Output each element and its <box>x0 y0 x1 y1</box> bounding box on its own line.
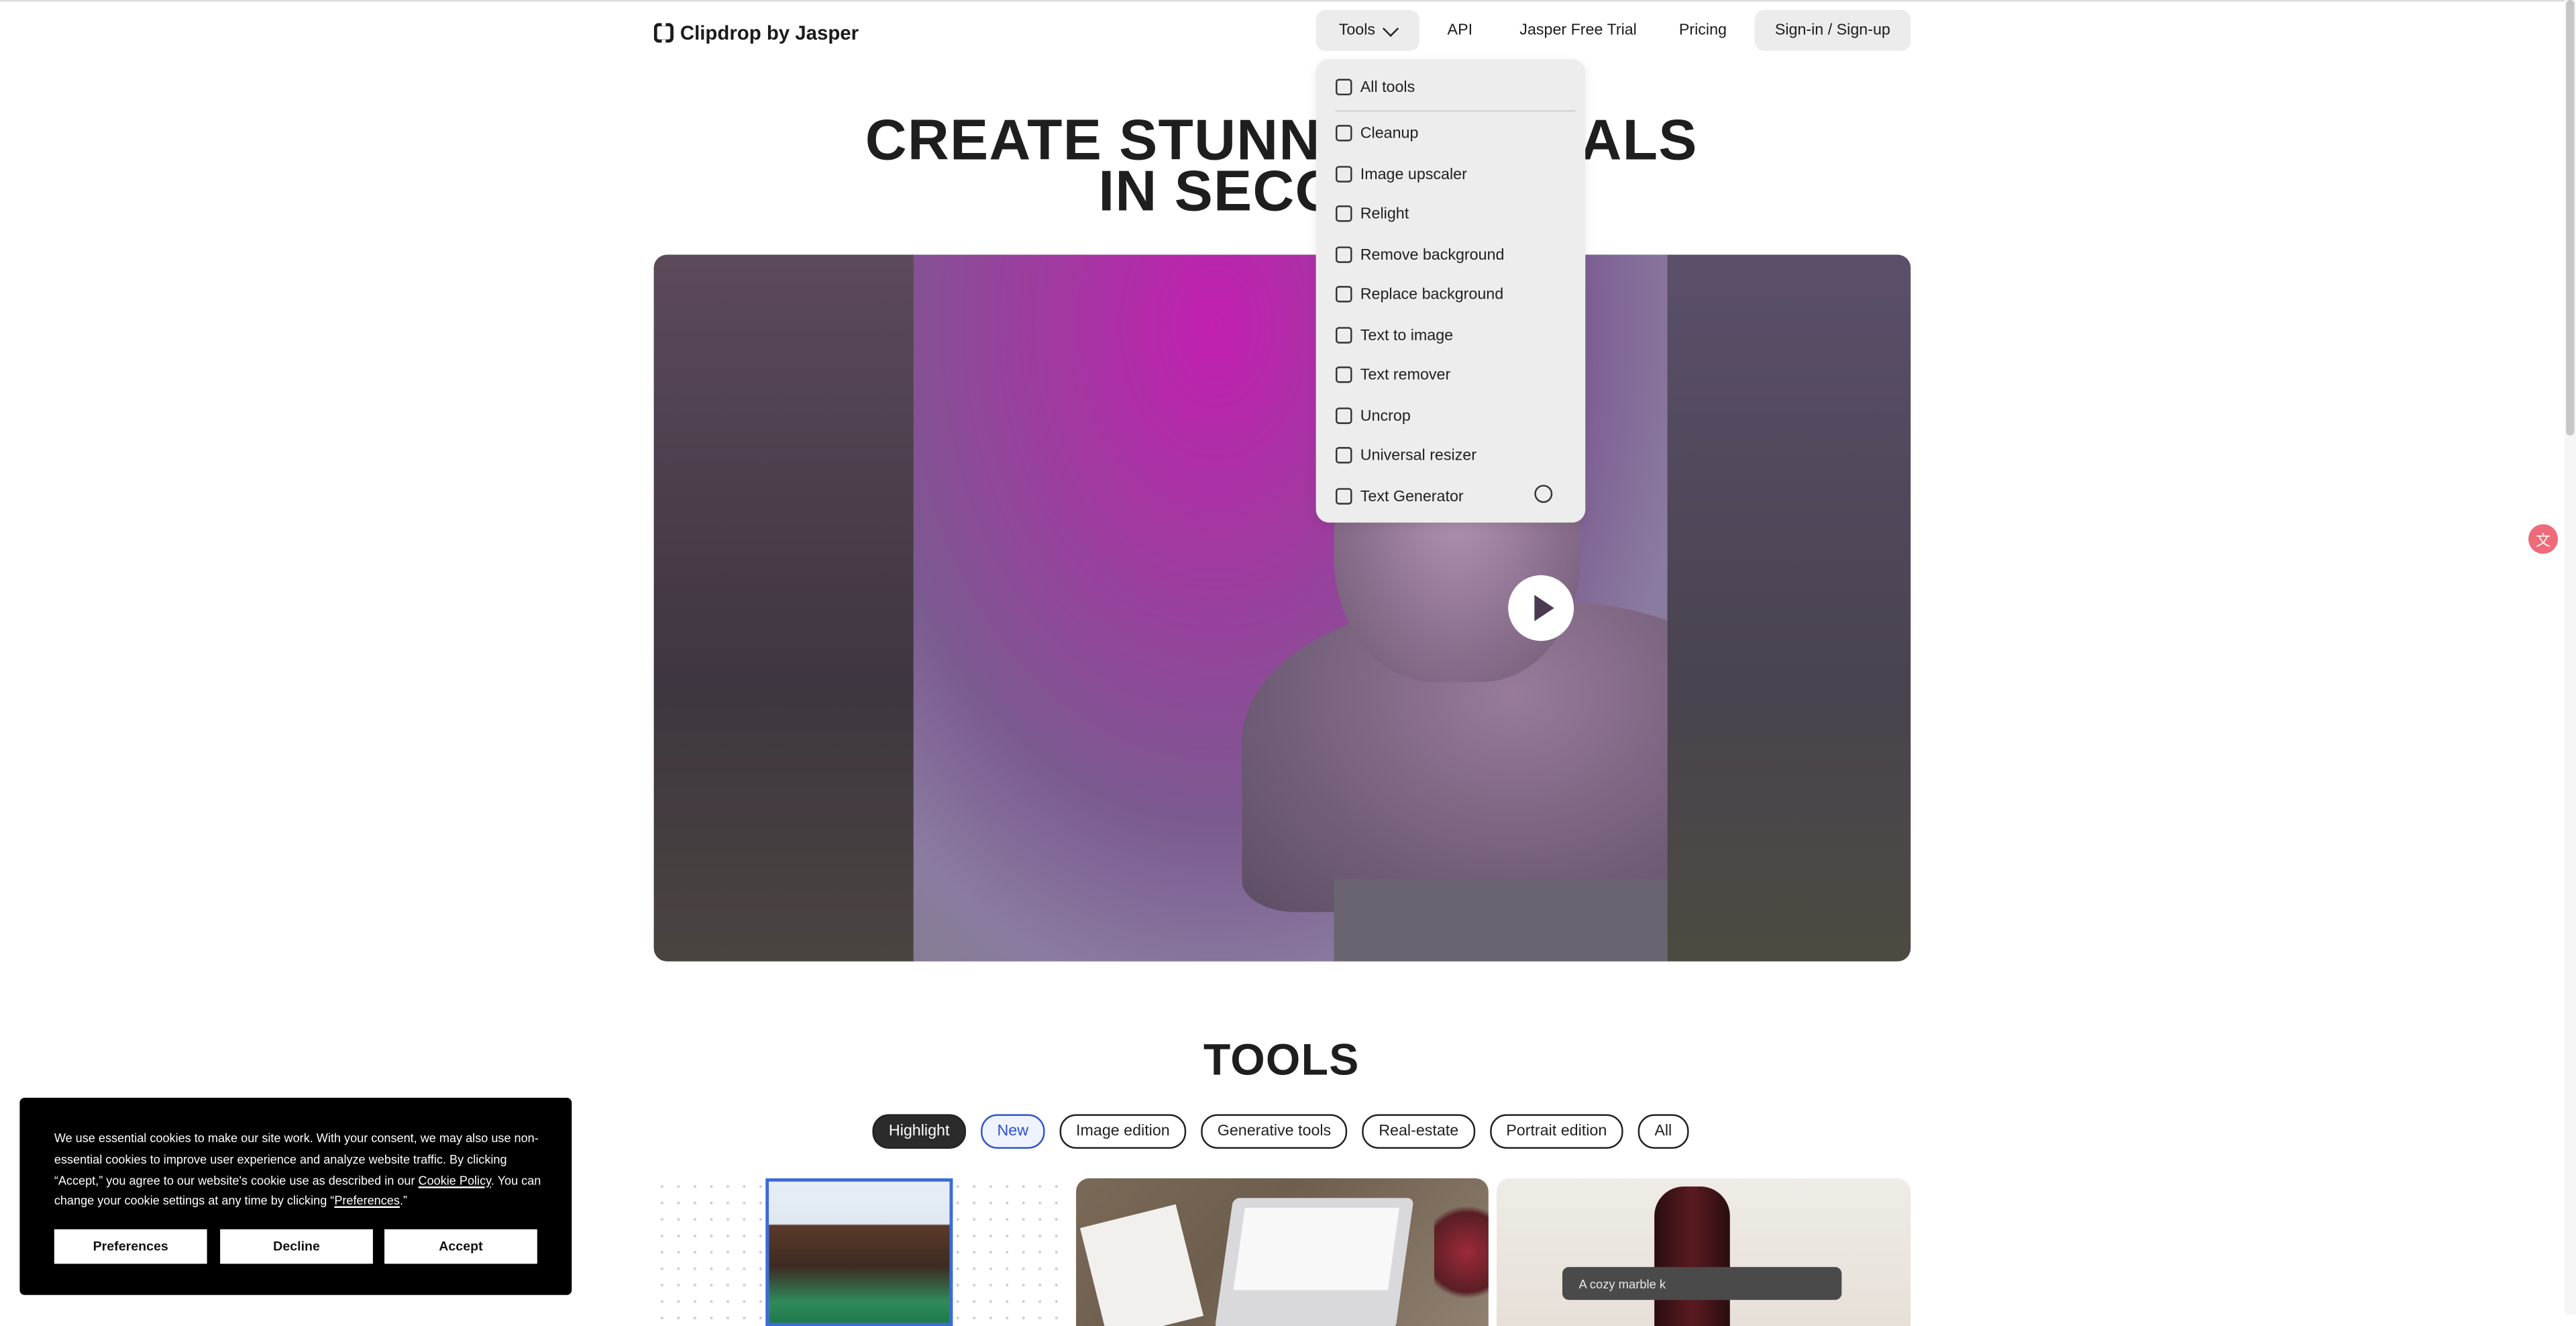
filter-real-estate[interactable]: Real-estate <box>1362 1114 1475 1149</box>
menu-item-label: Text to image <box>1360 326 1454 345</box>
menu-item-cleanup[interactable]: Cleanup <box>1336 120 1418 146</box>
text-generator-icon <box>1336 488 1352 505</box>
tool-card-desk[interactable] <box>1076 1178 1489 1326</box>
menu-item-relight[interactable]: Relight <box>1336 201 1409 227</box>
prompt-input[interactable]: A cozy marble k <box>1562 1267 1842 1300</box>
scrollbar-thumb[interactable] <box>2566 0 2575 436</box>
menu-item-label: Relight <box>1360 204 1409 223</box>
replace-bg-icon <box>1336 286 1352 303</box>
menu-item-all-tools[interactable]: All tools <box>1336 74 1415 100</box>
menu-item-replace-background[interactable]: Replace background <box>1336 281 1503 307</box>
text-remover-icon <box>1336 366 1352 383</box>
tools-label: Tools <box>1338 21 1376 40</box>
video-left-panel <box>653 254 914 962</box>
crop-icon <box>1336 407 1352 424</box>
nav-api[interactable]: API <box>1448 10 1473 51</box>
menu-item-uncrop[interactable]: Uncrop <box>1336 403 1411 429</box>
nav-pricing-label: Pricing <box>1678 21 1727 40</box>
external-link-icon[interactable] <box>1534 484 1553 503</box>
menu-item-text-remover[interactable]: Text remover <box>1336 362 1450 388</box>
eraser-icon <box>1336 125 1352 142</box>
menu-item-text-to-image[interactable]: Text to image <box>1336 322 1453 348</box>
tool-card-portrait[interactable] <box>653 1178 1068 1326</box>
lightbulb-icon <box>1336 205 1352 222</box>
wine-bottle-image <box>1654 1186 1730 1326</box>
filter-bar: Highlight New Image edition Generative t… <box>872 1114 1688 1149</box>
tools-menu-button[interactable]: Tools <box>1316 9 1419 51</box>
menu-item-label: Image upscaler <box>1360 165 1467 184</box>
laptop-image <box>1214 1198 1414 1326</box>
flowers-image <box>1434 1194 1489 1310</box>
logo[interactable]: Clipdrop by Jasper <box>653 18 859 48</box>
logo-text: Clipdrop by Jasper <box>680 21 859 45</box>
translate-widget-icon[interactable]: 文 <box>2528 524 2559 554</box>
clipdrop-logo-icon <box>653 23 674 43</box>
top-divider <box>0 0 2576 2</box>
filter-highlight[interactable]: Highlight <box>872 1114 966 1149</box>
play-icon <box>1534 595 1554 621</box>
hero-video[interactable]: relig ✥ ✕ <box>653 254 1911 962</box>
resize-icon <box>1336 447 1352 464</box>
cookie-text: We use essential cookies to make our sit… <box>54 1129 547 1213</box>
tools-dropdown: All tools Cleanup Image upscaler Relight… <box>1316 59 1586 523</box>
menu-item-text-generator[interactable]: Text Generator <box>1336 483 1464 509</box>
nav-trial-label: Jasper Free Trial <box>1519 21 1637 40</box>
cookie-preferences-button[interactable]: Preferences <box>54 1229 207 1264</box>
menu-item-label: Uncrop <box>1360 407 1411 425</box>
portrait-photo <box>765 1178 953 1326</box>
menu-item-label: Replace background <box>1360 285 1504 303</box>
grid-icon <box>1336 79 1352 96</box>
menu-item-label: Universal resizer <box>1360 446 1477 464</box>
menu-item-universal-resizer[interactable]: Universal resizer <box>1336 442 1477 468</box>
signin-button[interactable]: Sign-in / Sign-up <box>1754 9 1911 51</box>
cookie-preferences-link[interactable]: Preferences <box>334 1194 400 1209</box>
play-button[interactable] <box>1508 575 1574 642</box>
remove-bg-icon <box>1336 246 1352 263</box>
menu-item-remove-background[interactable]: Remove background <box>1336 242 1504 268</box>
nav-jasper-trial[interactable]: Jasper Free Trial <box>1519 10 1637 51</box>
cookie-policy-link[interactable]: Cookie Policy <box>419 1173 491 1188</box>
laptop-screen <box>1233 1208 1399 1290</box>
nav-pricing[interactable]: Pricing <box>1679 10 1727 51</box>
filter-generative-tools[interactable]: Generative tools <box>1201 1114 1348 1149</box>
filter-image-edition[interactable]: Image edition <box>1059 1114 1187 1149</box>
chevron-down-icon <box>1383 19 1399 36</box>
menu-item-label: Cleanup <box>1360 123 1419 142</box>
filter-portrait-edition[interactable]: Portrait edition <box>1489 1114 1623 1149</box>
cookie-text-part3: .” <box>399 1193 408 1209</box>
upscale-icon <box>1336 166 1352 183</box>
cookie-accept-button[interactable]: Accept <box>384 1229 537 1264</box>
notebook-image <box>1080 1204 1204 1326</box>
text-image-icon <box>1336 327 1352 344</box>
page: Clipdrop by Jasper Tools API Jasper Free… <box>0 0 2576 1326</box>
menu-item-label: Text Generator <box>1360 487 1464 506</box>
menu-item-label: Remove background <box>1360 246 1505 264</box>
tool-card-wine[interactable]: A cozy marble k <box>1497 1178 1911 1326</box>
menu-item-label: Text remover <box>1360 365 1451 384</box>
menu-item-label: All tools <box>1360 78 1415 97</box>
menu-item-image-upscaler[interactable]: Image upscaler <box>1336 161 1467 187</box>
filter-all[interactable]: All <box>1638 1114 1688 1149</box>
menu-divider <box>1336 110 1576 112</box>
video-right-panel <box>1667 254 1911 962</box>
cookie-decline-button[interactable]: Decline <box>220 1229 373 1264</box>
filter-new[interactable]: New <box>980 1114 1045 1149</box>
tools-section-title: TOOLS <box>1203 1035 1360 1085</box>
nav-api-label: API <box>1447 21 1473 40</box>
cookie-banner: We use essential cookies to make our sit… <box>19 1097 572 1295</box>
